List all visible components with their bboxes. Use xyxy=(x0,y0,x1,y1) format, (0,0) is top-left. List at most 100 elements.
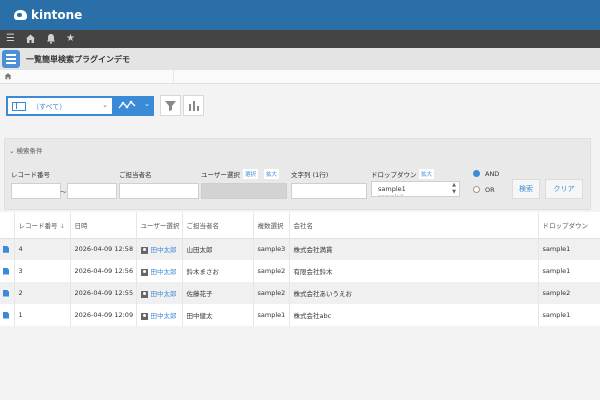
line-graph-icon xyxy=(118,98,138,114)
document-icon xyxy=(3,245,9,253)
cell-dropdown: sample2 xyxy=(538,282,600,304)
view-selector[interactable]: （すべて） ⌄ xyxy=(6,96,114,116)
column-header-multi[interactable]: 複数選択 xyxy=(253,212,290,239)
user-icon xyxy=(140,246,148,254)
main-content: （すべて） ⌄ ⌄ ⌄ 検索条件 レコード番号 〜 ご担当者名 ユーザー選択 選… xyxy=(0,84,600,400)
cell-record-no: 4 xyxy=(14,238,71,260)
app-title: 一覧簡単検索プラグインデモ xyxy=(26,55,130,64)
table-row: 4 2026-04-09 12:58 田中太郎 山田太郎 sample3 株式会… xyxy=(0,238,600,260)
and-radio[interactable] xyxy=(473,170,480,177)
record-detail-link[interactable] xyxy=(0,304,15,326)
cell-record-no: 3 xyxy=(14,260,71,282)
assignee-input[interactable] xyxy=(119,183,199,199)
column-header-dropdown[interactable]: ドロップダウン xyxy=(538,212,600,239)
document-icon xyxy=(3,267,9,275)
column-header-label: レコード番号 xyxy=(18,221,58,230)
cell-dropdown: sample1 xyxy=(538,260,600,282)
cell-company: 株式会社満貫 xyxy=(289,238,539,260)
graph-menu-button[interactable]: ⌄ xyxy=(114,96,154,116)
record-no-from-input[interactable] xyxy=(11,183,61,199)
cell-datetime: 2026-04-09 12:55 xyxy=(70,282,137,304)
cell-multi: sample2 xyxy=(253,260,290,282)
user-icon xyxy=(140,268,148,276)
cell-multi: sample2 xyxy=(253,282,290,304)
and-label: AND xyxy=(485,170,500,178)
user-select-label: ユーザー選択 xyxy=(201,171,240,179)
search-panel: ⌄ 検索条件 レコード番号 〜 ご担当者名 ユーザー選択 選択 拡大 文字列 (… xyxy=(4,138,591,210)
assignee-label: ご担当者名 xyxy=(119,171,152,179)
chevron-down-icon: ⌄ xyxy=(144,100,150,108)
cell-dropdown: sample1 xyxy=(538,304,600,326)
graph-button[interactable] xyxy=(183,95,204,116)
column-header-record-no[interactable]: レコード番号 ↓ xyxy=(14,212,71,239)
column-header-datetime[interactable]: 日時 xyxy=(70,212,137,239)
user-link[interactable]: 田中太郎 xyxy=(151,290,177,298)
view-selector-label: （すべて） xyxy=(32,103,67,111)
filter-icon xyxy=(165,101,176,111)
text-line-label: 文字列 (1行) xyxy=(291,171,329,179)
cell-company: 株式会社あいうえお xyxy=(289,282,539,304)
global-nav: ☰ ★ xyxy=(0,30,600,48)
user-select-input[interactable] xyxy=(201,183,287,199)
logo-mark-icon xyxy=(14,10,27,20)
cell-record-no: 1 xyxy=(14,304,71,326)
search-button[interactable]: 検索 xyxy=(512,179,540,199)
dropdown-expand-button[interactable]: 拡大 xyxy=(419,169,435,179)
or-label: OR xyxy=(485,186,495,194)
dropdown-label: ドロップダウン xyxy=(371,171,417,179)
or-radio[interactable] xyxy=(473,186,480,193)
column-header-user[interactable]: ユーザー選択 xyxy=(136,212,183,239)
bell-icon[interactable] xyxy=(46,33,56,48)
menu-icon[interactable]: ☰ xyxy=(6,33,15,45)
document-icon xyxy=(3,311,9,319)
records-table: レコード番号 ↓ 日時 ユーザー選択 ご担当者名 複数選択 会社名 ドロップダウ… xyxy=(0,212,600,326)
record-detail-link[interactable] xyxy=(0,260,15,282)
record-detail-link[interactable] xyxy=(0,238,15,260)
cell-multi: sample1 xyxy=(253,304,290,326)
cell-datetime: 2026-04-09 12:58 xyxy=(70,238,137,260)
breadcrumb-home-icon[interactable] xyxy=(4,72,12,82)
filter-button[interactable] xyxy=(160,95,181,116)
user-select-pick-button[interactable]: 選択 xyxy=(243,169,259,179)
dropdown-option[interactable]: sample1 xyxy=(378,185,406,193)
cell-user: 田中太郎 xyxy=(136,260,183,282)
record-no-to-input[interactable] xyxy=(67,183,117,199)
cell-company: 株式会社abc xyxy=(289,304,539,326)
home-icon[interactable] xyxy=(25,33,36,48)
column-header-company[interactable]: 会社名 xyxy=(289,212,539,239)
user-link[interactable]: 田中太郎 xyxy=(151,246,177,254)
sort-desc-icon: ↓ xyxy=(59,222,65,230)
table-row: 2 2026-04-09 12:55 田中太郎 佐藤花子 sample2 株式会… xyxy=(0,282,600,304)
star-icon[interactable]: ★ xyxy=(66,33,75,45)
clear-button[interactable]: クリア xyxy=(545,179,583,199)
kintone-logo[interactable]: kintone xyxy=(14,8,82,22)
app-header: 一覧簡単検索プラグインデモ xyxy=(0,48,600,70)
app-list-icon[interactable] xyxy=(2,50,20,68)
top-header: kintone xyxy=(0,0,600,30)
table-row: 3 2026-04-09 12:56 田中太郎 鈴木まさお sample2 有限… xyxy=(0,260,600,282)
chevron-down-icon: ⌄ xyxy=(102,101,108,109)
breadcrumb xyxy=(0,70,600,84)
scroll-arrows-icon[interactable]: ▲ ▼ xyxy=(452,182,456,196)
dropdown-option[interactable]: sample2 xyxy=(378,194,404,196)
cell-company: 有限会社鈴木 xyxy=(289,260,539,282)
cell-user: 田中太郎 xyxy=(136,238,183,260)
search-conditions-toggle[interactable]: ⌄ 検索条件 xyxy=(9,145,43,155)
dropdown-multiselect[interactable]: sample1 sample2 ▲▼ xyxy=(371,181,460,197)
cell-assignee: 佐藤花子 xyxy=(182,282,254,304)
record-detail-link[interactable] xyxy=(0,282,15,304)
bar-chart-icon xyxy=(189,101,199,111)
cell-multi: sample3 xyxy=(253,238,290,260)
user-link[interactable]: 田中太郎 xyxy=(151,312,177,320)
user-icon xyxy=(140,290,148,298)
column-header-assignee[interactable]: ご担当者名 xyxy=(182,212,254,239)
user-select-expand-button[interactable]: 拡大 xyxy=(264,169,280,179)
user-link[interactable]: 田中太郎 xyxy=(151,268,177,276)
table-header-row: レコード番号 ↓ 日時 ユーザー選択 ご担当者名 複数選択 会社名 ドロップダウ… xyxy=(0,212,600,239)
record-no-label: レコード番号 xyxy=(11,171,50,179)
cell-user: 田中太郎 xyxy=(136,304,183,326)
table-view-icon xyxy=(12,102,26,111)
cell-assignee: 山田太郎 xyxy=(182,238,254,260)
user-icon xyxy=(140,312,148,320)
text-line-input[interactable] xyxy=(291,183,367,199)
